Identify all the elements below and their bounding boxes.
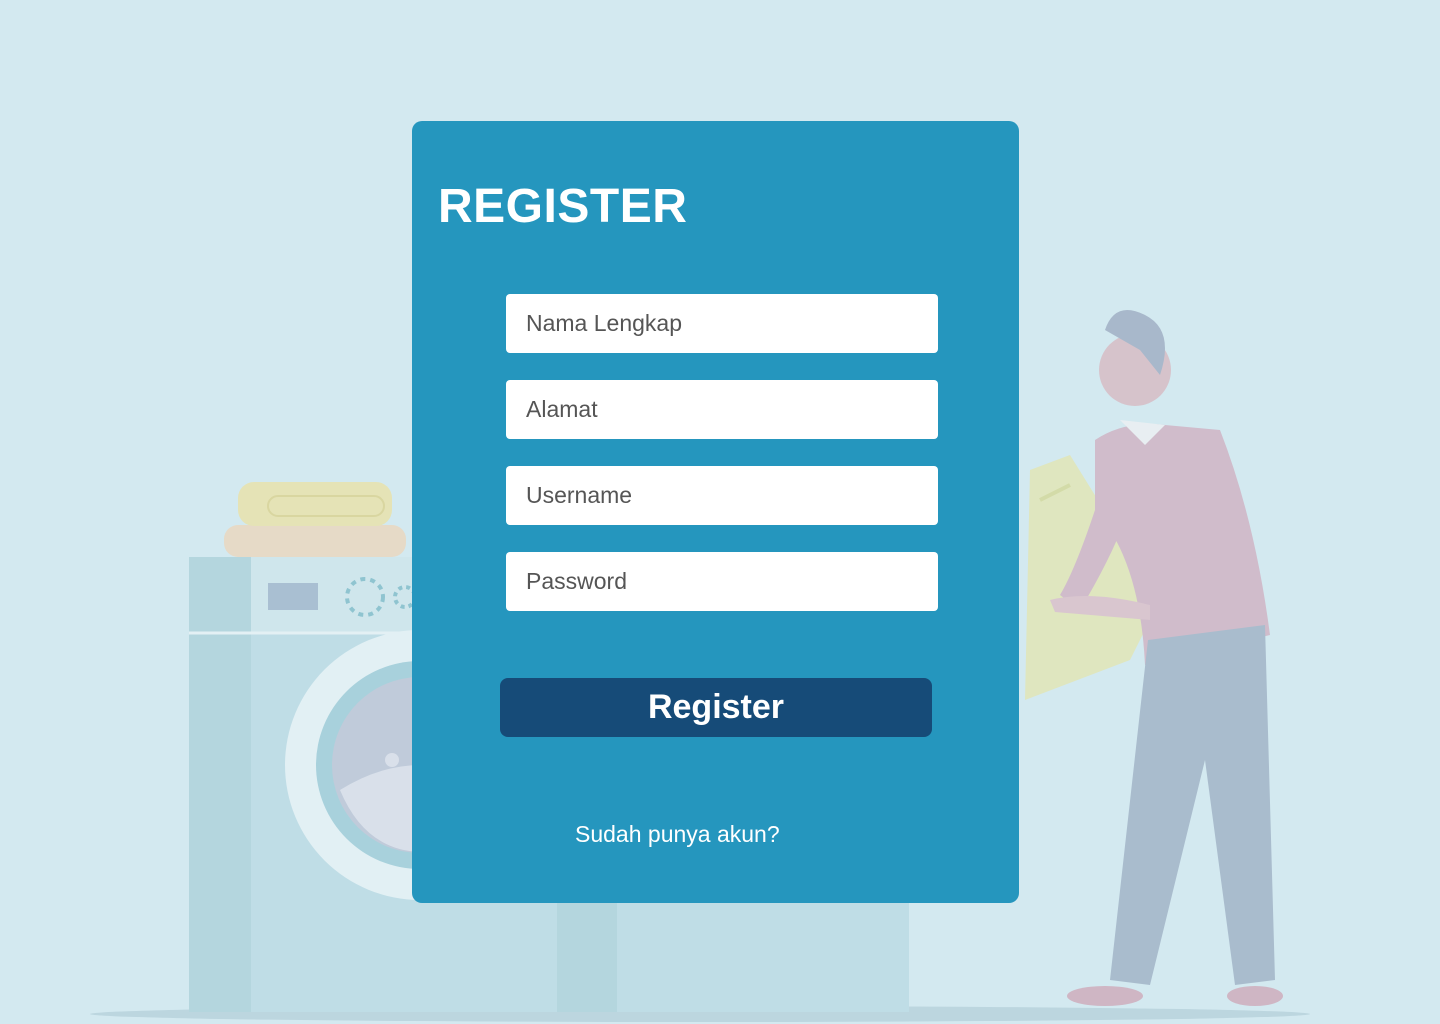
address-input[interactable] <box>506 380 938 439</box>
page-title: REGISTER <box>438 180 688 233</box>
towels-icon <box>224 482 406 557</box>
register-button[interactable]: Register <box>500 678 932 737</box>
password-input[interactable] <box>506 552 938 611</box>
username-input[interactable] <box>506 466 938 525</box>
login-link[interactable]: Sudah punya akun? <box>575 821 780 848</box>
full-name-input[interactable] <box>506 294 938 353</box>
register-card: REGISTER Register Sudah punya akun? <box>412 121 1019 903</box>
person-with-laundry-illustration <box>1025 310 1283 1006</box>
